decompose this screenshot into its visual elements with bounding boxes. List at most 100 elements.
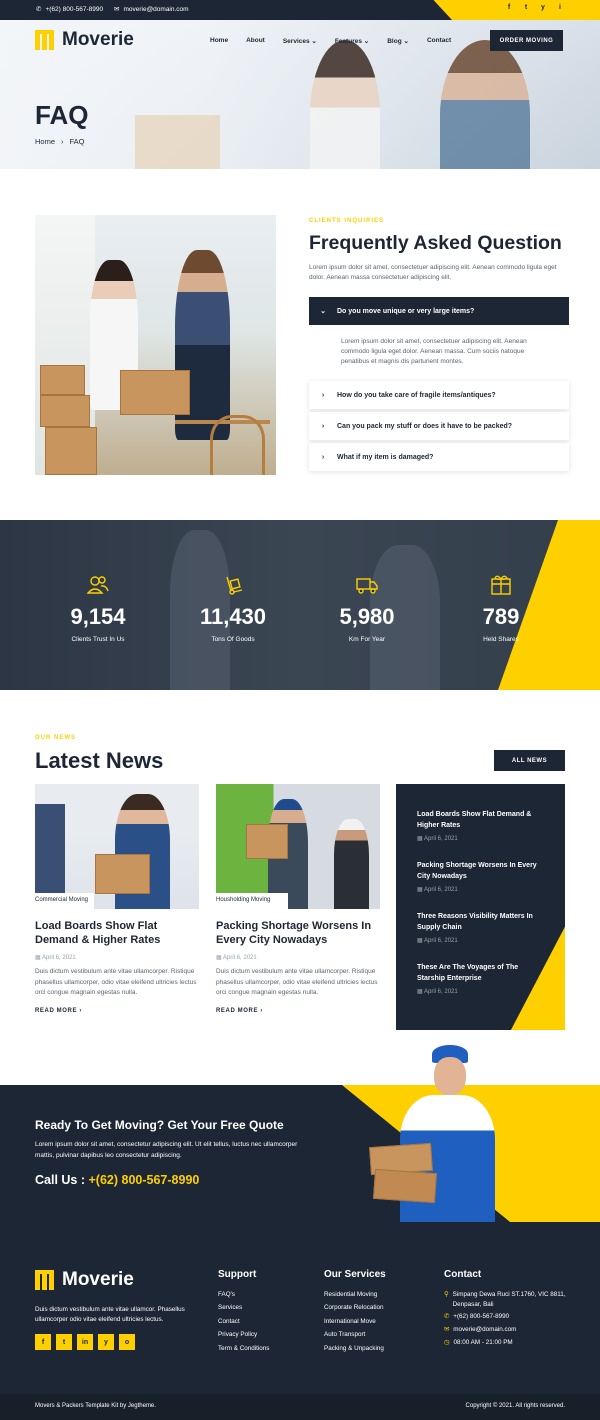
calendar-icon: ▦ [417, 989, 423, 995]
nav-features-label: Features [334, 38, 362, 45]
faq-item-2-header[interactable]: › How do you take care of fragile items/… [309, 381, 569, 409]
footer-link[interactable]: Term & Conditions [218, 1342, 269, 1355]
topbar-email[interactable]: ✉ moverie@domain.com [114, 5, 189, 14]
side-news-item[interactable]: These Are The Voyages of The Starship En… [417, 962, 547, 995]
read-more-label: READ MORE [35, 1008, 78, 1014]
hero-person-woman [310, 40, 380, 169]
stat-shares-label: Held Shares [483, 636, 519, 643]
nav-home[interactable]: Home [210, 37, 228, 45]
footer-link[interactable]: Residential Moving [324, 1288, 384, 1301]
instagram-icon[interactable]: i [556, 4, 564, 11]
footer-social: f t in y o [35, 1334, 135, 1350]
hero-box [135, 115, 220, 169]
footer-hours-text: 08:00 AM - 21:00 PM [453, 1339, 513, 1346]
linkedin-icon[interactable]: in [77, 1334, 93, 1350]
all-news-button[interactable]: ALL NEWS [494, 750, 565, 771]
faq-item-1-answer: Lorem ipsum dolor sit amet, consectetuer… [341, 338, 527, 365]
facebook-icon[interactable]: f [505, 4, 513, 11]
news-card-1-title[interactable]: Load Boards Show Flat Demand & Higher Ra… [35, 919, 200, 947]
side-news-title: Packing Shortage Worsens In Every City N… [417, 862, 537, 880]
cta-phone[interactable]: +(62) 800-567-8990 [89, 1173, 200, 1187]
news-card-1-image[interactable] [35, 784, 199, 909]
stat-clients-value: 9,154 [70, 604, 126, 629]
nav-blog-label: Blog [387, 38, 402, 45]
footer-about: Duis dictum vestibulum ante vitae ullamc… [35, 1306, 185, 1323]
footer-link[interactable]: Auto Transport [324, 1328, 384, 1341]
order-moving-button[interactable]: ORDER MOVING [490, 30, 563, 51]
side-news-item[interactable]: Load Boards Show Flat Demand & Higher Ra… [417, 809, 547, 842]
topbar-phone[interactable]: ✆ +(62) 800-567-8990 [36, 5, 104, 14]
map-pin-icon: ⚲ [444, 1291, 449, 1298]
top-bar: ✆ +(62) 800-567-8990 ✉ moverie@domain.co… [0, 0, 600, 20]
twitter-icon[interactable]: t [56, 1334, 72, 1350]
footer-link[interactable]: International Move [324, 1315, 384, 1328]
facebook-icon[interactable]: f [35, 1334, 51, 1350]
side-news-item[interactable]: Three Reasons Visibility Matters In Supp… [417, 911, 547, 944]
users-icon [87, 576, 109, 594]
cta-text: Lorem ipsum dolor sit amet, consectetur … [35, 1141, 298, 1159]
topbar-phone-text: +(62) 800-567-8990 [45, 5, 104, 13]
stat-km: 5,980 Km For Year [317, 604, 417, 643]
youtube-icon[interactable]: y [539, 4, 547, 11]
news-card-1-tag[interactable]: Commercial Moving [35, 893, 95, 909]
news-card-2-tag[interactable]: Housholding Moving [216, 893, 289, 909]
stat-clients: 9,154 Clients Trust In Us [48, 604, 148, 643]
side-news-date: ▦ April 6, 2021 [417, 886, 547, 893]
nav-blog[interactable]: Blog ⌄ [387, 37, 409, 45]
footer-email[interactable]: ✉ moverie@domain.com [444, 1326, 516, 1333]
footer-link[interactable]: Packing & Unpacking [324, 1342, 384, 1355]
breadcrumb-current: FAQ [69, 137, 85, 146]
faq-item-1-question: Do you move unique or very large items? [337, 307, 475, 315]
footer-support-links: FAQ's Services Contact Privacy Policy Te… [218, 1288, 269, 1355]
clock-icon: ◷ [444, 1339, 450, 1346]
faq-title: Frequently Asked Question [309, 232, 562, 254]
footer-phone[interactable]: ✆ +(62) 800-567-8990 [444, 1313, 509, 1320]
side-news-item[interactable]: Packing Shortage Worsens In Every City N… [417, 860, 547, 893]
hand-truck-icon [226, 576, 243, 595]
brand-name: Moverie [62, 29, 134, 50]
twitter-icon[interactable]: t [522, 4, 530, 11]
hero-person-man [440, 40, 530, 169]
footer-link[interactable]: FAQ's [218, 1288, 269, 1301]
footer-link[interactable]: Contact [218, 1315, 269, 1328]
footer-contact-heading: Contact [444, 1269, 482, 1280]
breadcrumb-home[interactable]: Home [35, 137, 55, 146]
faq-item-2-question: How do you take care of fragile items/an… [337, 391, 496, 399]
mail-icon: ✉ [114, 6, 120, 13]
footer-link[interactable]: Services [218, 1301, 269, 1314]
news-card-1-read-more[interactable]: READ MORE › [35, 1008, 82, 1014]
cta-call-label: Call Us : [35, 1173, 86, 1187]
footer-link[interactable]: Corporate Relocation [324, 1301, 384, 1314]
footer-services-links: Residential Moving Corporate Relocation … [324, 1288, 384, 1355]
news-title: Latest News [35, 748, 164, 773]
footer-email-text: moverie@domain.com [453, 1326, 517, 1333]
page-title: FAQ [35, 100, 89, 130]
nav-features[interactable]: Features ⌄ [335, 37, 369, 45]
footer-logo[interactable]: Moverie [35, 1269, 134, 1291]
phone-icon: ✆ [444, 1313, 450, 1320]
instagram-icon[interactable]: o [119, 1334, 135, 1350]
main-nav: Home About Services ⌄ Features ⌄ Blog ⌄ … [210, 37, 451, 45]
brand-logo[interactable]: Moverie [35, 29, 134, 51]
news-card-2-read-more[interactable]: READ MORE › [216, 1008, 263, 1014]
stat-km-label: Km For Year [348, 636, 386, 643]
stat-km-value: 5,980 [339, 604, 395, 629]
news-card-1-excerpt: Duis dictum vestibulum ante vitae ullamc… [35, 968, 197, 996]
youtube-icon[interactable]: y [98, 1334, 114, 1350]
footer-link[interactable]: Privacy Policy [218, 1328, 269, 1341]
nav-services[interactable]: Services ⌄ [283, 37, 317, 45]
faq-item-4-header[interactable]: › What if my item is damaged? [309, 443, 569, 471]
news-card-2-image[interactable] [216, 784, 380, 909]
cta-call: Call Us : +(62) 800-567-8990 [35, 1173, 199, 1187]
news-card-2-title[interactable]: Packing Shortage Worsens In Every City N… [216, 919, 381, 947]
news-card-2-date-text: April 6, 2021 [223, 955, 257, 961]
faq-item-3-header[interactable]: › Can you pack my stuff or does it have … [309, 412, 569, 440]
side-news-date-text: April 6, 2021 [424, 887, 458, 893]
side-news-date: ▦ April 6, 2021 [417, 835, 547, 842]
faq-item-1-header[interactable]: ⌄ Do you move unique or very large items… [309, 297, 569, 325]
nav-about[interactable]: About [246, 37, 265, 45]
breadcrumb: Home › FAQ [35, 137, 85, 146]
nav-contact[interactable]: Contact [427, 37, 451, 45]
logo-icon [35, 30, 57, 50]
stat-shares: 789 Held Shares [451, 604, 551, 643]
